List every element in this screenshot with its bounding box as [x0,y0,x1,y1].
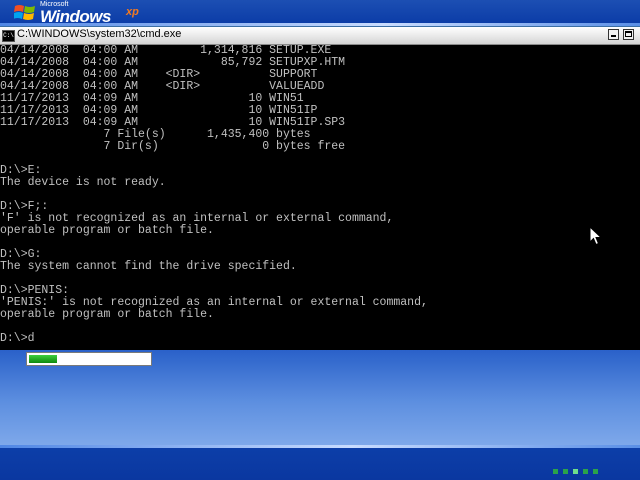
console-line: D:\>d [0,332,35,345]
activity-dot [553,469,558,474]
progress-fill [29,355,57,363]
minimize-button[interactable] [608,29,619,40]
header-divider [0,23,640,26]
setup-progress-bar [26,352,152,366]
console-line: operable program or batch file. [0,308,214,321]
console-line: 7 Dir(s) 0 bytes free [0,140,346,153]
window-title: C:\WINDOWS\system32\cmd.exe [17,28,182,40]
activity-dot-active [573,469,578,474]
setup-footer-bar [0,445,640,480]
activity-indicator [553,461,603,474]
maximize-button[interactable] [623,29,634,40]
activity-dot [563,469,568,474]
activity-dot [583,469,588,474]
window-title-bar[interactable]: C:\ C:\WINDOWS\system32\cmd.exe [0,27,640,45]
console-output[interactable]: 04/14/2008 04:00 AM 1,314,816 SETUP.EXE 0… [0,45,640,350]
xp-wordmark: xp [126,6,139,18]
console-line: operable program or batch file. [0,224,214,237]
setup-header-bar: Microsoft Windows xp [0,0,640,26]
activity-dot [593,469,598,474]
command-prompt-window[interactable]: C:\ C:\WINDOWS\system32\cmd.exe 04/14/20… [0,27,640,350]
footer-divider [0,445,640,448]
console-line: The device is not ready. [0,176,166,189]
console-line: The system cannot find the drive specifi… [0,260,297,273]
windows-flag-icon [14,5,35,20]
cmd-icon[interactable]: C:\ [2,30,15,42]
mouse-pointer-icon [589,226,603,246]
